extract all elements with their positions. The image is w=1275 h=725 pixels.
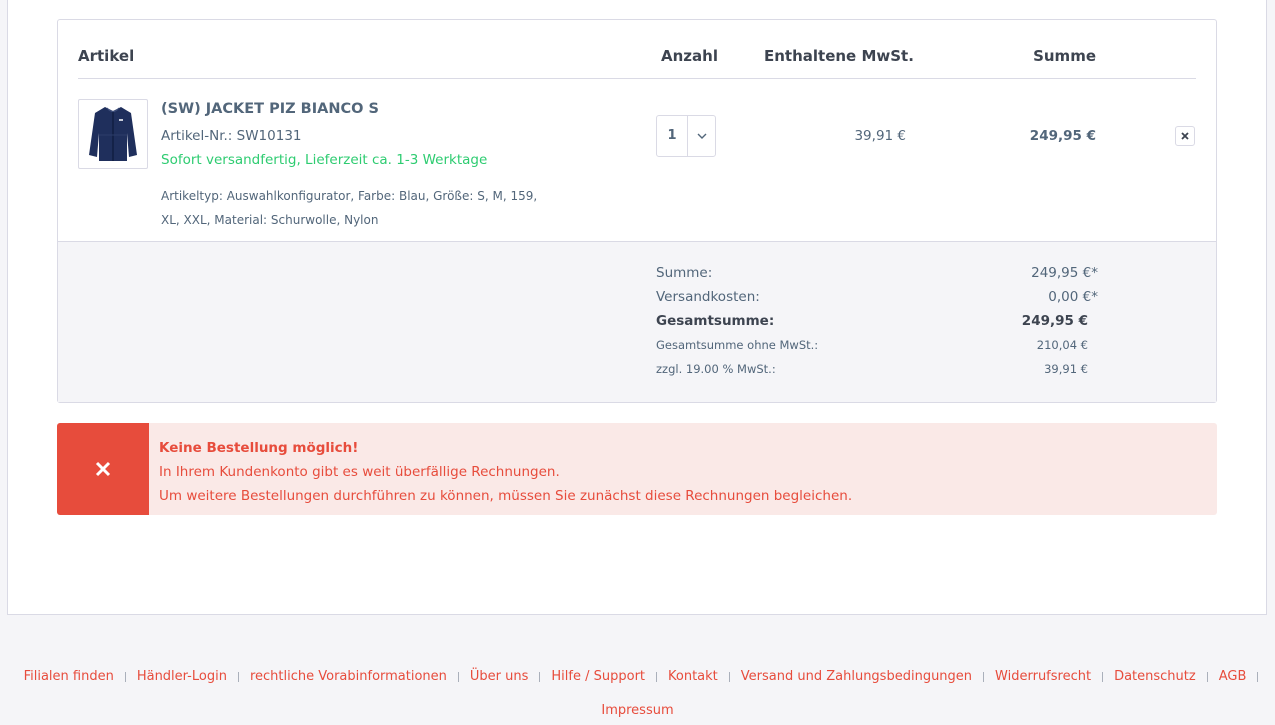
alert-icon-box bbox=[57, 423, 149, 515]
header-summe: Summe bbox=[1033, 47, 1096, 65]
footer-link-hilfe[interactable]: Hilfe / Support bbox=[542, 665, 654, 689]
summary-grand-total-value: 249,95 € bbox=[1021, 313, 1088, 329]
footer-link-filialen[interactable]: Filialen finden bbox=[15, 665, 123, 689]
cart-table-header: Artikel Anzahl Enthaltene MwSt. Summe bbox=[78, 20, 1196, 79]
footer-link-haendler-login[interactable]: Händler-Login bbox=[128, 665, 236, 689]
footer-separator bbox=[237, 671, 239, 682]
quantity-value: 1 bbox=[667, 128, 677, 143]
footer-link-widerrufsrecht[interactable]: Widerrufsrecht bbox=[986, 665, 1100, 689]
footer-separator bbox=[1206, 671, 1208, 682]
footer-link-agb[interactable]: AGB bbox=[1210, 665, 1256, 689]
footer-separator bbox=[539, 671, 541, 682]
alert-message: Keine Bestellung möglich! In Ihrem Kunde… bbox=[159, 436, 852, 508]
footer-separator bbox=[656, 671, 658, 682]
alert-line-1: In Ihrem Kundenkonto gibt es weit überfä… bbox=[159, 464, 560, 480]
summary-vat-label: zzgl. 19.00 % MwSt.: bbox=[656, 362, 776, 376]
footer-separator bbox=[124, 671, 126, 682]
footer-link-vorabinformationen[interactable]: rechtliche Vorabinformationen bbox=[241, 665, 456, 689]
summary-subtotal-label: Summe: bbox=[656, 265, 713, 281]
summary-subtotal-value: 249,95 €* bbox=[1031, 265, 1098, 281]
product-name-link[interactable]: (SW) JACKET PIZ BIANCO S bbox=[161, 101, 379, 117]
chevron-down-icon[interactable] bbox=[688, 116, 716, 156]
footer-separator bbox=[457, 671, 459, 682]
summary-vat-value: 39,91 € bbox=[1044, 362, 1088, 376]
summary-net-label: Gesamtsumme ohne MwSt.: bbox=[656, 338, 819, 352]
close-icon bbox=[95, 461, 111, 477]
alert-line-2: Um weitere Bestellungen durchführen zu k… bbox=[159, 488, 853, 504]
footer-separator bbox=[1257, 671, 1259, 682]
cart-table: Artikel Anzahl Enthaltene MwSt. Summe (S… bbox=[57, 19, 1217, 403]
product-article-number: Artikel-Nr.: SW10131 bbox=[161, 128, 302, 144]
item-tax: 39,91 € bbox=[854, 128, 906, 144]
footer-separator bbox=[728, 671, 730, 682]
jacket-image bbox=[89, 107, 137, 161]
cart-summary: Summe: 249,95 €* Versandkosten: 0,00 €* … bbox=[58, 241, 1216, 402]
header-artikel: Artikel bbox=[78, 47, 135, 65]
footer-link-kontakt[interactable]: Kontakt bbox=[659, 665, 727, 689]
footer-separator bbox=[1102, 671, 1104, 682]
product-image[interactable] bbox=[78, 99, 148, 169]
footer-links-row-2: Impressum bbox=[0, 699, 1275, 723]
summary-shipping-label: Versandkosten: bbox=[656, 289, 760, 305]
summary-net-value: 210,04 € bbox=[1036, 338, 1088, 352]
delivery-status: Sofort versandfertig, Lieferzeit ca. 1-3… bbox=[161, 152, 488, 168]
footer-link-ueber-uns[interactable]: Über uns bbox=[461, 665, 538, 689]
footer-link-versand[interactable]: Versand und Zahlungsbedingungen bbox=[732, 665, 981, 689]
footer-separator bbox=[983, 671, 985, 682]
summary-shipping-value: 0,00 €* bbox=[1048, 289, 1098, 305]
close-icon bbox=[1181, 132, 1189, 140]
footer-links-row: Filialen finden Händler-Login rechtliche V… bbox=[0, 665, 1275, 689]
header-anzahl: Anzahl bbox=[661, 47, 718, 65]
header-mwst: Enthaltene MwSt. bbox=[764, 47, 914, 65]
alert-title: Keine Bestellung möglich! bbox=[159, 440, 359, 456]
product-attributes: Artikeltyp: Auswahlkonfigurator, Farbe: … bbox=[161, 189, 538, 227]
footer-link-impressum[interactable]: Impressum bbox=[592, 699, 682, 723]
error-alert: Keine Bestellung möglich! In Ihrem Kunde… bbox=[57, 423, 1217, 515]
summary-grand-total-label: Gesamtsumme: bbox=[656, 313, 775, 329]
footer-link-datenschutz[interactable]: Datenschutz bbox=[1105, 665, 1205, 689]
item-total: 249,95 € bbox=[1029, 128, 1096, 144]
quantity-select[interactable]: 1 bbox=[656, 115, 716, 157]
remove-item-button[interactable] bbox=[1175, 126, 1195, 146]
